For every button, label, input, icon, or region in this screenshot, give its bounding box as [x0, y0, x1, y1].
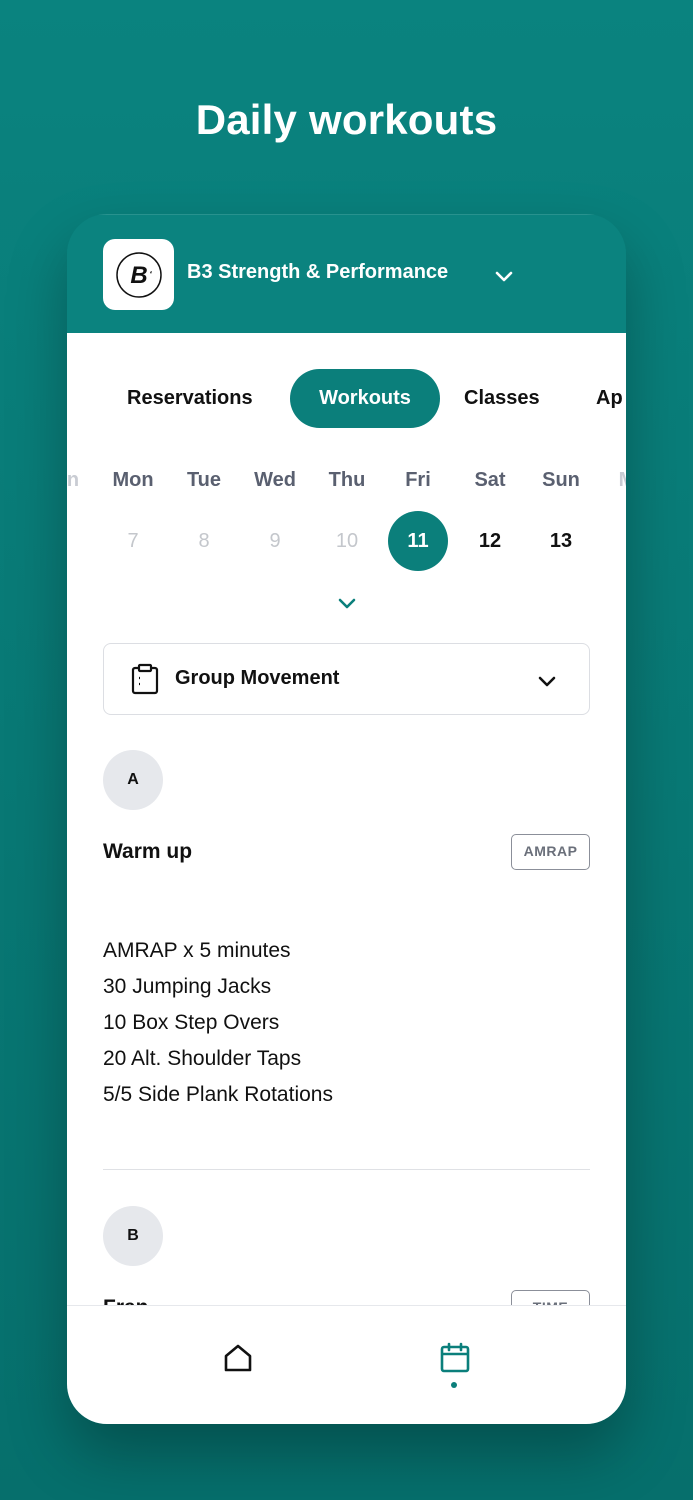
section-letter-a: A: [103, 750, 163, 810]
clipboard-icon: [131, 663, 159, 695]
date-10[interactable]: 10: [317, 511, 377, 571]
gym-name: B3 Strength & Performance: [187, 261, 449, 283]
calendar-icon[interactable]: [439, 1342, 471, 1374]
workout-description: AMRAP x 5 minutes 30 Jumping Jacks 10 Bo…: [103, 933, 333, 1113]
day-label-tue: Tue: [186, 469, 222, 491]
workouts-content: Reservations Workouts Classes Ap n Mon T…: [67, 333, 626, 1305]
workout-line: AMRAP x 5 minutes: [103, 939, 291, 962]
workout-line: 10 Box Step Overs: [103, 1011, 280, 1034]
svg-text:B: B: [130, 262, 147, 289]
chevron-down-icon[interactable]: [493, 265, 515, 287]
program-label: Group Movement: [175, 667, 340, 689]
active-nav-indicator: [451, 1382, 457, 1388]
section-badge-amrap: AMRAP: [511, 834, 590, 870]
section-letter-b: B: [103, 1206, 163, 1266]
day-label-partial-left: n: [67, 469, 80, 491]
date-9[interactable]: 9: [245, 511, 305, 571]
phone-frame: B B3 Strength & Performance Reservations…: [67, 214, 626, 1424]
day-label-partial-right: M: [597, 469, 626, 492]
section-title-fran: Fran: [103, 1296, 149, 1305]
gym-header[interactable]: B B3 Strength & Performance: [67, 214, 626, 333]
date-11-selected[interactable]: 11: [388, 511, 448, 571]
hero-title: Daily workouts: [195, 96, 498, 143]
date-8[interactable]: 8: [174, 511, 234, 571]
section-divider: [103, 1169, 590, 1170]
day-label-thu: Thu: [328, 469, 366, 491]
date-7[interactable]: 7: [103, 511, 163, 571]
expand-calendar-chevron-icon[interactable]: [335, 594, 359, 614]
gym-logo: B: [103, 239, 174, 310]
workout-line: 5/5 Side Plank Rotations: [103, 1083, 333, 1106]
workout-line: 30 Jumping Jacks: [103, 975, 272, 998]
tab-reservations[interactable]: Reservations: [127, 369, 253, 428]
section-title-warm-up: Warm up: [103, 840, 193, 863]
tab-apps-partial[interactable]: Ap: [596, 369, 623, 428]
day-label-wed: Wed: [254, 469, 296, 491]
b3-logo-icon: B: [115, 251, 162, 298]
program-select[interactable]: Group Movement: [103, 643, 590, 715]
tab-classes[interactable]: Classes: [464, 369, 540, 428]
date-12[interactable]: 12: [460, 511, 520, 571]
home-icon[interactable]: [222, 1342, 254, 1374]
day-label-fri: Fri: [405, 469, 431, 491]
day-label-sat: Sat: [474, 469, 506, 491]
workout-line: 20 Alt. Shoulder Taps: [103, 1047, 302, 1070]
day-label-sun: Sun: [542, 469, 580, 491]
bottom-nav: [67, 1305, 626, 1424]
day-label-mon: Mon: [112, 469, 154, 491]
tab-workouts[interactable]: Workouts: [290, 369, 440, 428]
date-13[interactable]: 13: [531, 511, 591, 571]
section-badge-time: TIME: [511, 1290, 590, 1305]
chevron-down-icon: [538, 676, 556, 687]
